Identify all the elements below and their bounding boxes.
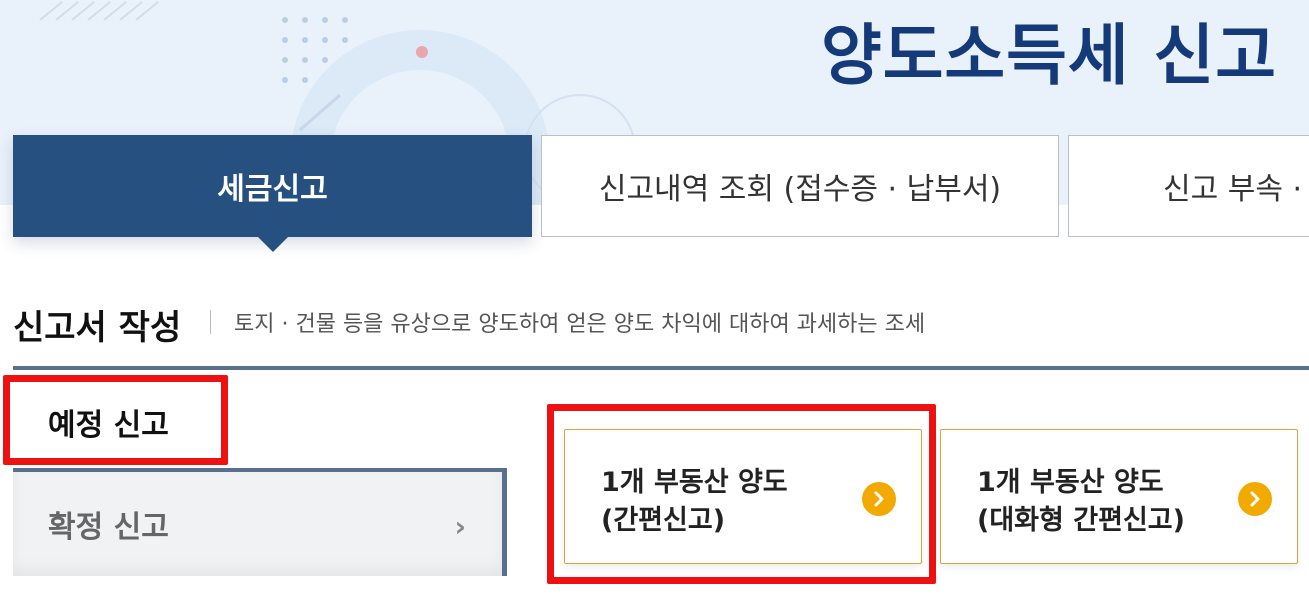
chevron-glyph xyxy=(1250,491,1260,507)
side-item-final-filing[interactable]: 확정 신고 › xyxy=(13,468,507,576)
option-card-simple-filing[interactable]: 1개 부동산 양도 (간편신고) xyxy=(564,429,922,564)
section-title: 신고서 작성 xyxy=(13,308,182,348)
side-item-label: 확정 신고 xyxy=(48,510,169,545)
tab-filing-history[interactable]: 신고내역 조회 (접수증 · 납부서) xyxy=(541,135,1059,237)
tab-filing-attachments[interactable]: 신고 부속 · xyxy=(1068,135,1309,237)
side-item-label: 예정 신고 xyxy=(48,408,169,443)
chevron-right-circle-icon[interactable] xyxy=(862,482,896,516)
tab-label: 세금신고 xyxy=(217,172,328,207)
active-tab-pointer xyxy=(258,237,288,252)
side-item-preliminary-filing[interactable]: 예정 신고 xyxy=(13,370,507,474)
page-title: 양도소득세 신고 xyxy=(820,17,1277,94)
tab-label: 신고내역 조회 (접수증 · 납부서) xyxy=(598,172,1002,207)
tab-label: 신고 부속 · xyxy=(1163,172,1303,207)
chevron-right-icon: › xyxy=(454,510,466,543)
chevron-glyph xyxy=(874,491,884,507)
option-card-interactive-filing[interactable]: 1개 부동산 양도 (대화형 간편신고) xyxy=(940,429,1298,564)
chevron-right-circle-icon[interactable] xyxy=(1238,482,1272,516)
tab-tax-filing[interactable]: 세금신고 xyxy=(13,135,532,237)
section-description: 토지 · 건물 등을 유상으로 양도하여 얻은 양도 차익에 대하여 과세하는 … xyxy=(234,312,926,337)
section-divider xyxy=(210,310,211,334)
